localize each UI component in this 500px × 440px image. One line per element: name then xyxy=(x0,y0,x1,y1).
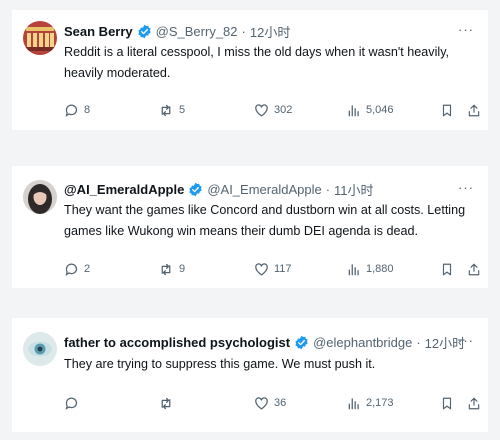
more-options-icon[interactable]: ··· xyxy=(458,333,474,348)
tweet-text-line: games like Wukong win means their dumb D… xyxy=(64,224,418,238)
repost-count: 9 xyxy=(179,263,186,275)
bookmark-icon xyxy=(442,397,452,409)
display-name[interactable]: Sean Berry xyxy=(64,24,133,39)
tweet-text: Reddit is a literal cesspool, I miss the… xyxy=(64,42,474,84)
like-button[interactable]: 117 xyxy=(254,259,292,279)
reply-button[interactable]: 2 xyxy=(64,259,90,279)
tweet-text-line: Reddit is a literal cesspool, I miss the… xyxy=(64,45,450,59)
tweet-text: They want the games like Concord and dus… xyxy=(64,200,474,242)
heart-icon xyxy=(255,262,268,275)
display-name[interactable]: @AI_EmeraldApple xyxy=(64,182,184,197)
display-name[interactable]: father to accomplished psychologist xyxy=(64,335,290,350)
bookmark-icon xyxy=(442,263,452,275)
views-button[interactable]: 2,173 xyxy=(347,393,394,413)
avatar[interactable] xyxy=(23,21,57,55)
tweet-header: @AI_EmeraldApple @AI_EmeraldApple · 11小时 xyxy=(64,179,374,199)
repost-count: 5 xyxy=(179,104,186,116)
repost-button[interactable]: 5 xyxy=(158,100,185,120)
action-bar: 8 5 302 5,046 xyxy=(64,100,481,120)
reply-button[interactable] xyxy=(64,393,84,413)
reply-count: 2 xyxy=(84,263,91,275)
tweet-header: father to accomplished psychologist @ele… xyxy=(64,332,465,352)
bookmark-icon xyxy=(442,104,452,116)
avatar[interactable] xyxy=(23,332,57,366)
handle[interactable]: @elephantbridge xyxy=(313,335,412,350)
handle[interactable]: @AI_EmeraldApple xyxy=(207,182,321,197)
like-count: 117 xyxy=(274,263,292,275)
share-icon xyxy=(468,263,480,275)
reply-button[interactable]: 8 xyxy=(64,100,90,120)
timestamp[interactable]: 11小时 xyxy=(334,180,374,199)
avatar[interactable] xyxy=(23,180,57,214)
timestamp[interactable]: 12小时 xyxy=(250,22,290,41)
tweet-card[interactable]: father to accomplished psychologist @ele… xyxy=(12,318,488,432)
like-button[interactable]: 302 xyxy=(254,100,292,120)
tweet-card[interactable]: @AI_EmeraldApple @AI_EmeraldApple · 11小时… xyxy=(12,166,488,288)
view-count: 5,046 xyxy=(366,104,394,116)
tweet-text-line: heavily moderated. xyxy=(64,66,171,80)
verified-badge-icon xyxy=(189,182,202,196)
more-options-icon[interactable]: ··· xyxy=(458,180,474,195)
heart-icon xyxy=(255,103,268,116)
share-icon xyxy=(468,397,480,409)
action-bar: 2 9 117 1,880 xyxy=(64,259,481,279)
view-count: 2,173 xyxy=(366,397,394,409)
bookmark-button[interactable] xyxy=(440,259,454,279)
separator: · xyxy=(416,334,421,350)
tweet-card[interactable]: Sean Berry @S_Berry_82 · 12小时 ··· Reddit… xyxy=(12,10,488,130)
views-button[interactable]: 1,880 xyxy=(347,259,394,279)
repost-icon xyxy=(161,397,171,409)
action-bar: 36 2,173 xyxy=(64,393,481,413)
bookmark-button[interactable] xyxy=(440,100,454,120)
share-icon xyxy=(468,104,480,116)
tweet-header: Sean Berry @S_Berry_82 · 12小时 xyxy=(64,21,290,41)
like-button[interactable]: 36 xyxy=(254,393,286,413)
separator: · xyxy=(325,181,331,197)
reply-icon xyxy=(65,263,78,276)
reply-icon xyxy=(65,397,78,410)
more-options-icon[interactable]: ··· xyxy=(458,22,474,37)
view-count: 1,880 xyxy=(366,263,394,275)
views-chart-icon xyxy=(348,397,359,409)
repost-button[interactable]: 9 xyxy=(158,259,185,279)
verified-badge-icon xyxy=(295,335,308,349)
share-button[interactable] xyxy=(467,393,481,413)
tweet-text: They are trying to suppress this game. W… xyxy=(64,354,474,375)
tweet-feed: Sean Berry @S_Berry_82 · 12小时 ··· Reddit… xyxy=(0,0,500,440)
repost-icon xyxy=(161,263,171,275)
like-count: 302 xyxy=(274,104,293,116)
repost-button[interactable] xyxy=(158,393,179,413)
bookmark-button[interactable] xyxy=(440,393,454,413)
separator: · xyxy=(241,23,246,39)
like-count: 36 xyxy=(274,397,287,409)
heart-icon xyxy=(255,396,268,409)
reply-count: 8 xyxy=(84,104,91,116)
reply-icon xyxy=(65,104,78,117)
handle[interactable]: @S_Berry_82 xyxy=(156,24,238,39)
views-chart-icon xyxy=(348,104,359,116)
tweet-text-line: They want the games like Concord and dus… xyxy=(64,203,466,217)
share-button[interactable] xyxy=(467,259,481,279)
repost-icon xyxy=(161,104,171,116)
views-button[interactable]: 5,046 xyxy=(347,100,394,120)
views-chart-icon xyxy=(348,263,359,275)
share-button[interactable] xyxy=(467,100,481,120)
tweet-text-line: They are trying to suppress this game. W… xyxy=(64,357,376,371)
verified-badge-icon xyxy=(138,24,151,38)
